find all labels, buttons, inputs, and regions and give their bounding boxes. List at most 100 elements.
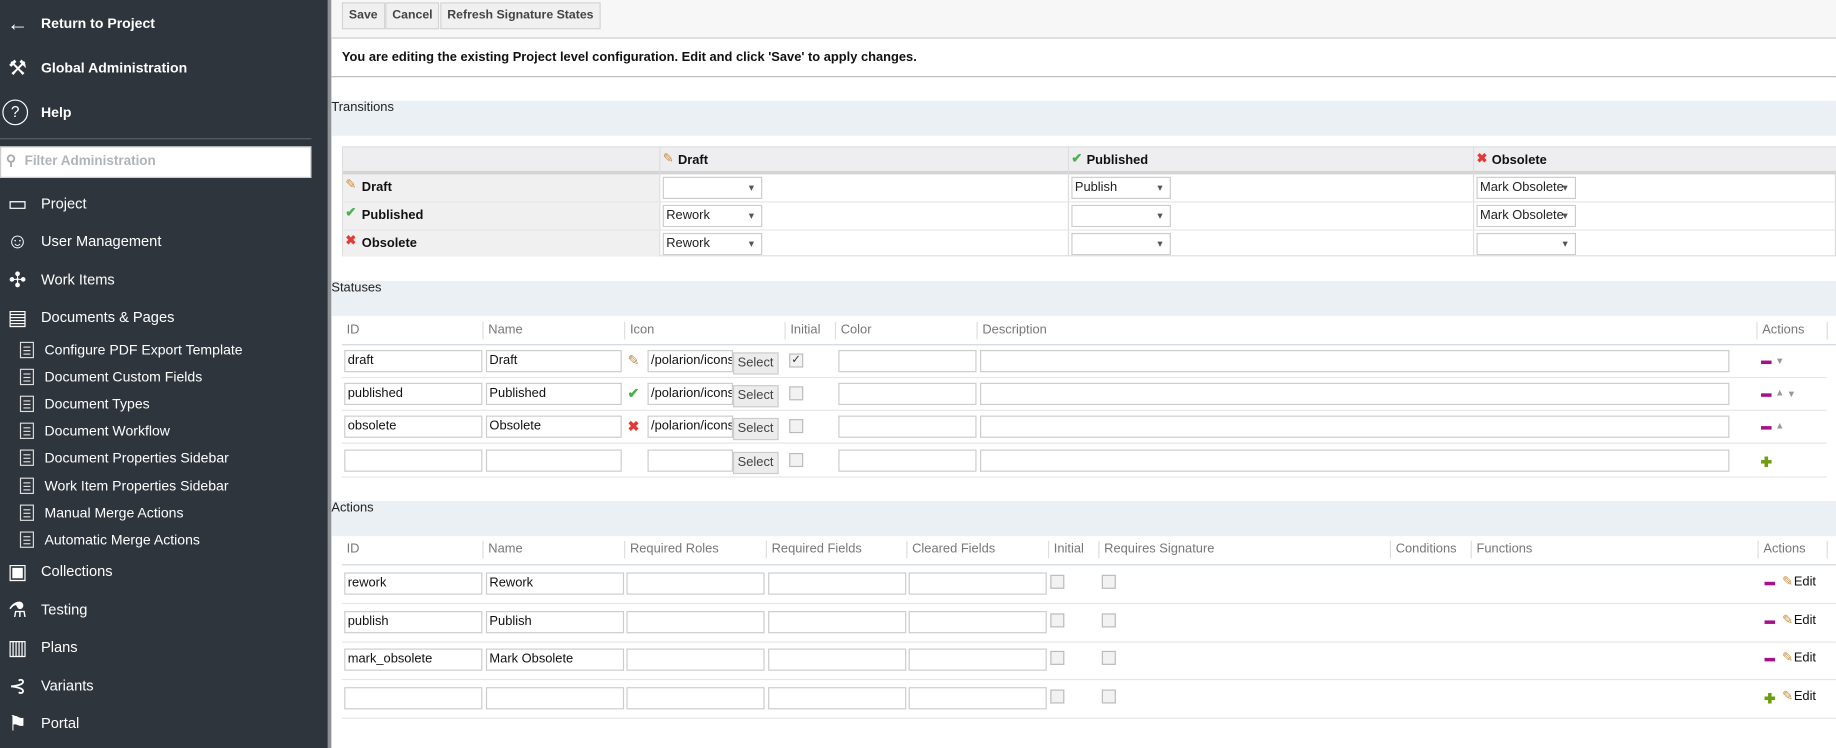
transition-select[interactable] (662, 176, 763, 200)
sidebar-link-1[interactable]: Global Administration (41, 60, 187, 76)
sidebar-item[interactable]: Collections (41, 563, 113, 579)
transition-select[interactable] (1476, 232, 1577, 256)
transition-select[interactable]: Rework (662, 232, 763, 256)
required-fields-input[interactable] (768, 572, 907, 595)
sidebar-item[interactable]: Work Items (41, 272, 115, 288)
sidebar-item[interactable]: Plans (41, 639, 78, 655)
refresh-signature-states-button[interactable]: Refresh Signature States (440, 2, 601, 30)
action-name-input[interactable] (485, 686, 625, 709)
status-description-input[interactable] (980, 383, 1730, 406)
status-name-input[interactable]: Draft (485, 350, 622, 373)
cancel-button[interactable]: Cancel (385, 2, 440, 30)
action-initial-checkbox[interactable] (1050, 612, 1065, 627)
status-description-input[interactable] (980, 449, 1730, 472)
status-initial-checkbox[interactable] (789, 452, 804, 467)
status-icon-path-input[interactable]: /polarion/icons/ (647, 416, 733, 439)
status-icon-path-input[interactable] (647, 449, 733, 472)
action-id-input[interactable] (344, 686, 483, 709)
move-down-icon[interactable]: ▼ (1787, 389, 1796, 400)
move-down-icon[interactable]: ▼ (1775, 356, 1784, 367)
sidebar-subitem[interactable]: Document Custom Fields (44, 369, 202, 385)
action-name-input[interactable]: Mark Obsolete (485, 648, 625, 671)
action-name-input[interactable]: Publish (485, 610, 625, 633)
status-id-input[interactable]: obsolete (344, 416, 483, 439)
status-color-input[interactable] (838, 416, 977, 439)
sidebar-item[interactable]: User Management (41, 233, 161, 249)
edit-action-link[interactable]: Edit (1794, 575, 1816, 589)
status-color-input[interactable] (838, 350, 977, 373)
transition-select[interactable]: Rework (662, 204, 763, 228)
status-initial-checkbox[interactable] (789, 386, 804, 401)
remove-action-icon[interactable] (1764, 657, 1776, 662)
requires-signature-checkbox[interactable] (1101, 688, 1116, 703)
select-icon-button[interactable]: Select (732, 385, 779, 408)
requires-signature-checkbox[interactable] (1101, 574, 1116, 589)
sidebar-subitem[interactable]: Document Properties Sidebar (44, 450, 228, 466)
cleared-fields-input[interactable] (908, 572, 1047, 595)
sidebar-subitem[interactable]: Automatic Merge Actions (44, 531, 199, 547)
status-initial-checkbox[interactable] (789, 419, 804, 434)
required-fields-input[interactable] (768, 610, 907, 633)
status-name-input[interactable]: Published (485, 383, 622, 406)
status-color-input[interactable] (838, 383, 977, 406)
cleared-fields-input[interactable] (908, 610, 1047, 633)
sidebar-subitem[interactable]: Document Workflow (44, 423, 169, 439)
required-roles-input[interactable] (626, 686, 765, 709)
required-roles-input[interactable] (626, 610, 765, 633)
action-initial-checkbox[interactable] (1050, 650, 1065, 665)
select-icon-button[interactable]: Select (732, 352, 779, 375)
remove-status-icon[interactable] (1761, 360, 1772, 365)
transition-select[interactable] (1071, 204, 1171, 228)
requires-signature-checkbox[interactable] (1101, 612, 1116, 627)
action-initial-checkbox[interactable] (1050, 688, 1065, 703)
status-name-input[interactable]: Obsolete (485, 416, 622, 439)
status-name-input[interactable] (485, 449, 622, 472)
requires-signature-checkbox[interactable] (1101, 650, 1116, 665)
remove-action-icon[interactable] (1764, 619, 1776, 624)
action-id-input[interactable]: rework (344, 572, 483, 595)
sidebar-item[interactable]: Variants (41, 678, 94, 694)
status-description-input[interactable] (980, 416, 1730, 439)
sidebar-subitem[interactable]: Document Types (44, 396, 149, 412)
sidebar-link-0[interactable]: Return to Project (41, 15, 155, 31)
sidebar-item[interactable]: Testing (41, 602, 87, 618)
transition-select[interactable]: Publish (1071, 176, 1171, 200)
required-fields-input[interactable] (768, 686, 907, 709)
status-id-input[interactable]: published (344, 383, 483, 406)
action-initial-checkbox[interactable] (1050, 574, 1065, 589)
transition-select[interactable] (1071, 232, 1171, 256)
sidebar-subitem[interactable]: Manual Merge Actions (44, 504, 183, 520)
sidebar-subitem[interactable]: Configure PDF Export Template (44, 342, 242, 358)
filter-administration-input[interactable]: ⚲ Filter Administration (0, 146, 312, 178)
status-description-input[interactable] (980, 350, 1730, 373)
status-icon-path-input[interactable]: /polarion/icons/ (647, 383, 733, 406)
action-id-input[interactable]: mark_obsolete (344, 648, 483, 671)
cleared-fields-input[interactable] (908, 648, 1047, 671)
required-roles-input[interactable] (626, 572, 765, 595)
edit-action-link[interactable]: Edit (1794, 689, 1816, 703)
transition-select[interactable]: Mark Obsolete (1476, 204, 1577, 228)
sidebar-link-2[interactable]: Help (41, 104, 71, 120)
cleared-fields-input[interactable] (908, 686, 1047, 709)
edit-action-link[interactable]: Edit (1794, 613, 1816, 627)
required-roles-input[interactable] (626, 648, 765, 671)
sidebar-subitem[interactable]: Work Item Properties Sidebar (44, 477, 228, 493)
sidebar-item[interactable]: Project (41, 195, 87, 211)
remove-status-icon[interactable] (1761, 426, 1772, 431)
select-icon-button[interactable]: Select (732, 451, 779, 474)
status-initial-checkbox[interactable]: ✓ (789, 353, 804, 368)
sidebar-item[interactable]: Portal (41, 715, 79, 731)
status-icon-path-input[interactable]: /polarion/icons/ (647, 350, 733, 373)
remove-action-icon[interactable] (1764, 581, 1776, 586)
remove-status-icon[interactable] (1761, 393, 1772, 398)
select-icon-button[interactable]: Select (732, 418, 779, 441)
action-id-input[interactable]: publish (344, 610, 483, 633)
required-fields-input[interactable] (768, 648, 907, 671)
action-name-input[interactable]: Rework (485, 572, 625, 595)
move-up-icon[interactable]: ▲ (1775, 388, 1784, 399)
save-button[interactable]: Save (341, 2, 385, 30)
transition-select[interactable]: Mark Obsolete (1476, 176, 1577, 200)
add-status-icon[interactable] (1761, 456, 1772, 467)
edit-action-link[interactable]: Edit (1794, 651, 1816, 665)
status-color-input[interactable] (838, 449, 977, 472)
